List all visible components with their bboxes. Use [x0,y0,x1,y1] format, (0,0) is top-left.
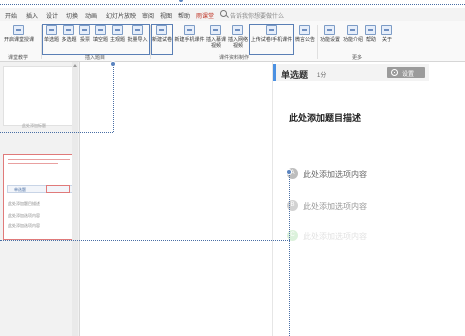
tab-view[interactable]: 视图 [160,11,172,20]
intro-icon [347,25,358,35]
multiple-choice-icon [63,25,74,35]
batch-import-button[interactable]: 批量导入 [126,25,149,59]
tab-help[interactable]: 帮助 [178,11,190,20]
multiple-choice-button[interactable]: 多选题 [60,25,78,59]
option-text: 此处添加选项内容 [303,232,367,241]
group-label-courseware: 课件资料制作 [219,55,250,61]
option-c[interactable]: C 此处添加选项内容 [287,230,427,242]
thumbnail-scrollbar[interactable] [72,62,78,336]
vote-icon [79,25,90,35]
selection-guide [0,132,113,133]
selection-guide [0,4,465,5]
powerpoint-window: 开始 插入 设计 切换 动画 幻灯片放映 审阅 视图 帮助 雨课堂 告诉我你想要… [0,0,465,336]
settings-label: 设置 [402,72,415,78]
question-panel: 单选题 1分 设置 此处添加题目描述 A 此处添加选项内容 B 此处添加选项内容… [272,62,429,336]
search-icon [220,10,227,17]
upload-icon [265,25,277,35]
thumbnail-caption: 此处添加标题 [22,123,46,128]
tab-design[interactable]: 设计 [46,11,58,20]
selection-guide [0,240,290,241]
settings-icon [324,25,335,35]
subjective-button[interactable]: 主观题 [109,25,126,59]
thumbnail-line [8,163,58,164]
group-label-more: 更多 [352,55,363,61]
subjective-icon [111,25,123,35]
tab-animations[interactable]: 动画 [85,11,97,20]
option-a[interactable]: A 此处添加选项内容 [287,168,427,180]
slide-thumbnail-1[interactable]: 此处添加标题 [3,66,73,128]
question-description[interactable]: 此处添加题目描述 [289,111,361,124]
web-video-icon [232,25,243,35]
settings-button[interactable]: 功能设置 [319,25,341,59]
fill-blank-icon [94,25,106,35]
group-label-teaching: 课堂教学 [8,55,29,61]
help-button[interactable]: 帮助 [364,25,378,59]
thumbnail-text: 此处添加选项内容 [8,213,40,218]
selection-guide [113,62,114,132]
menu-bar: 开始 插入 设计 切换 动画 幻灯片放映 审阅 视图 帮助 雨课堂 告诉我你想要… [0,8,465,22]
slide-thumbnail-2[interactable]: 单选题 此处添加题目描述 此处添加选项内容 此处添加选项内容 [3,154,76,240]
slide-canvas[interactable] [80,62,270,336]
tab-slideshow[interactable]: 幻灯片放映 [106,11,136,20]
option-text: 此处添加选项内容 [303,202,367,211]
single-choice-icon [45,25,57,35]
thumbnail-text: 此处添加选项内容 [8,223,40,228]
option-b[interactable]: B 此处添加选项内容 [287,200,427,212]
question-header: 单选题 1分 设置 [273,64,429,81]
thumbnail-text: 此处添加题目描述 [8,201,40,206]
selection-handle[interactable] [286,169,292,175]
group-divider [317,25,318,59]
tab-review[interactable]: 审阅 [142,11,154,20]
question-score[interactable]: 1分 [317,70,326,79]
question-type: 单选题 [281,70,309,80]
selection-handle[interactable] [110,61,116,67]
thumbnail-line [8,159,70,160]
announcement-button[interactable]: 微言公告 [294,25,316,59]
selection-guide [289,172,290,336]
group-label-insert-question: 插入题目 [85,55,106,61]
new-mobile-courseware-button[interactable]: 新建手机课件 [174,25,205,59]
single-choice-button[interactable]: 单选题 [43,25,60,59]
tell-me-search[interactable]: 告诉我你想要做什么 [220,10,298,20]
new-paper-button[interactable]: 新建试卷 [152,25,172,59]
question-settings-button[interactable]: 设置 [387,67,425,78]
tab-insert[interactable]: 插入 [26,11,38,20]
question-accent-bar [273,64,276,81]
tab-home[interactable]: 开始 [5,11,17,20]
announcement-icon [299,25,310,35]
mooc-video-icon [210,25,221,35]
gear-icon [391,69,398,76]
upload-paper-button[interactable]: 上传试卷/手机课件 [250,25,293,59]
import-icon [131,25,143,35]
about-button[interactable]: 关于 [380,25,394,59]
search-placeholder: 告诉我你想要做什么 [230,14,285,20]
ribbon: 开启课堂授课 单选题 多选题 投票 填空题 主观题 批量导入 新建试卷 新建手机… [0,21,465,62]
thumbnail-highlight [46,185,70,193]
mobile-courseware-icon [183,25,195,35]
classroom-icon [13,25,24,35]
help-icon [365,25,376,35]
slide-thumbnail-pane: 此处添加标题 单选题 此处添加题目描述 此处添加选项内容 此处添加选项内容 [0,62,80,336]
option-text: 此处添加选项内容 [303,170,367,179]
about-icon [381,25,392,35]
thumbnail-question-type: 单选题 [14,187,26,192]
tab-transitions[interactable]: 切换 [66,11,78,20]
paper-icon [156,25,167,35]
selection-handle[interactable] [178,0,184,3]
